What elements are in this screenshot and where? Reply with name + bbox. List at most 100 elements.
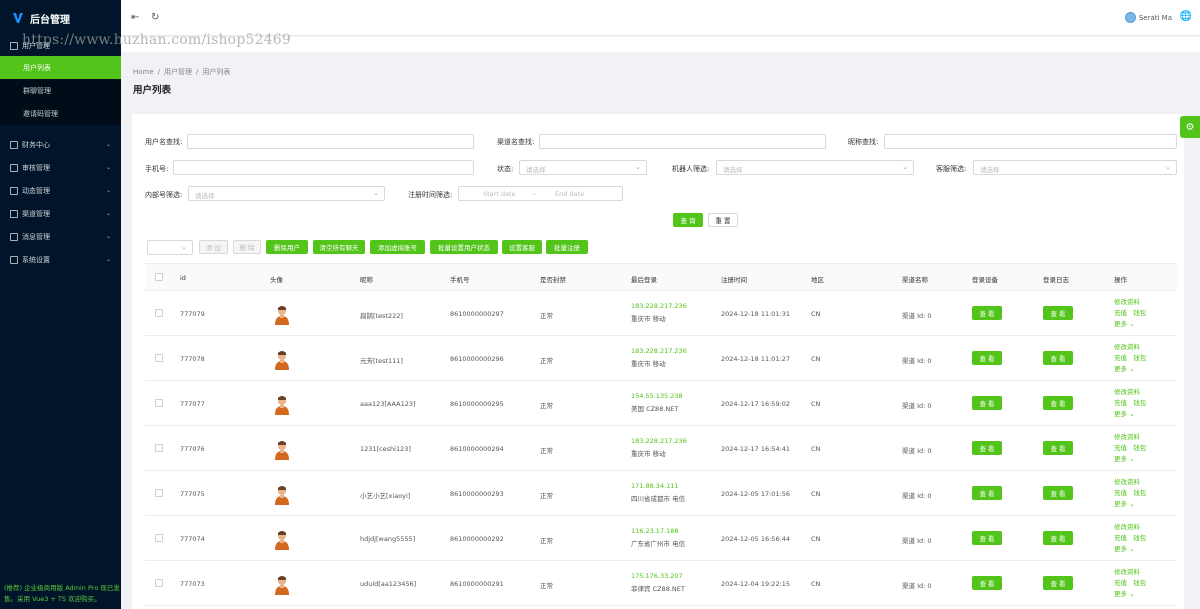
settings-gear-icon[interactable]: ⚙ bbox=[1180, 116, 1200, 138]
view-log-button[interactable]: 查 看 bbox=[1043, 306, 1073, 320]
view-log-button[interactable]: 查 看 bbox=[1043, 396, 1073, 410]
row-checkbox[interactable] bbox=[155, 399, 163, 407]
table-row[interactable]: 777077 aaa123[AAA123] 8610000000295 正常 154.5… bbox=[145, 381, 1177, 426]
logo[interactable]: 后台管理 bbox=[0, 0, 121, 36]
recharge-link[interactable]: 充值 bbox=[1114, 534, 1127, 542]
sidebar-menu[interactable]: 系统设置 ⌄ bbox=[0, 248, 121, 271]
view-log-button[interactable]: 查 看 bbox=[1043, 441, 1073, 455]
view-device-button[interactable]: 查 看 bbox=[972, 306, 1002, 320]
user-name[interactable]: Serati Ma bbox=[1139, 14, 1172, 22]
recharge-link[interactable]: 充值 bbox=[1114, 354, 1127, 362]
sidebar-menu[interactable]: 渠道管理 ⌄ bbox=[0, 202, 121, 225]
edit-profile-link[interactable]: 修改资料 bbox=[1114, 297, 1146, 308]
wallet-link[interactable]: 钱包 bbox=[1133, 534, 1146, 542]
view-device-button[interactable]: 查 看 bbox=[972, 531, 1002, 545]
wallet-link[interactable]: 钱包 bbox=[1133, 444, 1146, 452]
menu-fold-icon[interactable]: ⇤ bbox=[131, 12, 139, 23]
view-log-button[interactable]: 查 看 bbox=[1043, 351, 1073, 365]
row-checkbox[interactable] bbox=[155, 354, 163, 362]
more-dropdown[interactable]: 更多 ⌄ bbox=[1114, 454, 1146, 465]
robot-select[interactable]: 请选择 ⌄ bbox=[716, 160, 914, 175]
recharge-link[interactable]: 充值 bbox=[1114, 399, 1127, 407]
wallet-link[interactable]: 钱包 bbox=[1133, 489, 1146, 497]
reset-button[interactable]: 重 置 bbox=[708, 213, 738, 227]
view-device-button[interactable]: 查 看 bbox=[972, 441, 1002, 455]
set-service-button[interactable]: 设置客服 bbox=[502, 240, 542, 254]
sidebar-menu[interactable]: 财务中心 ⌄ bbox=[0, 133, 121, 156]
more-dropdown[interactable]: 更多 ⌄ bbox=[1114, 544, 1146, 555]
batch-register-button[interactable]: 批量注册 bbox=[546, 240, 588, 254]
service-select[interactable]: 请选择 ⌄ bbox=[973, 160, 1177, 175]
clear-chats-button[interactable]: 清空所有聊天 bbox=[313, 240, 365, 254]
internal-select[interactable]: 请选择 ⌄ bbox=[188, 186, 385, 201]
row-checkbox[interactable] bbox=[155, 579, 163, 587]
delete-user-button[interactable]: 删除用户 bbox=[266, 240, 308, 254]
edit-profile-link[interactable]: 修改资料 bbox=[1114, 477, 1146, 488]
reload-icon[interactable]: ↻ bbox=[151, 12, 159, 23]
wallet-link[interactable]: 钱包 bbox=[1133, 579, 1146, 587]
edit-profile-link[interactable]: 修改资料 bbox=[1114, 522, 1146, 533]
more-dropdown[interactable]: 更多 ⌄ bbox=[1114, 364, 1146, 375]
wallet-link[interactable]: 钱包 bbox=[1133, 354, 1146, 362]
table-row[interactable]: 777075 小艺小艺[xiaoyi] 8610000000293 正常 171.88.… bbox=[145, 471, 1177, 516]
recharge-link[interactable]: 充值 bbox=[1114, 309, 1127, 317]
avatar[interactable] bbox=[1125, 12, 1136, 23]
view-device-button[interactable]: 查 看 bbox=[972, 576, 1002, 590]
add-virtual-account-button[interactable]: 添加虚拟账号 bbox=[370, 240, 425, 254]
view-log-button[interactable]: 查 看 bbox=[1043, 576, 1073, 590]
batch-status-button[interactable]: 批量设置用户状态 bbox=[430, 240, 498, 254]
promo-footer[interactable]: (推荐) 企业级商用版 Admin Pro 现已发售。采用 Vue3 + TS … bbox=[4, 583, 120, 605]
table-row[interactable]: 777073 uduld[aa123456] 8610000000291 正常 175.… bbox=[145, 561, 1177, 606]
sidebar-item-group-chat[interactable]: 群聊管理 bbox=[0, 79, 121, 102]
view-device-button[interactable]: 查 看 bbox=[972, 396, 1002, 410]
end-date[interactable]: End date bbox=[555, 190, 584, 198]
row-checkbox[interactable] bbox=[155, 444, 163, 452]
table-row[interactable]: 777074 hdjdj[wang5555] 8610000000292 正常 116.… bbox=[145, 516, 1177, 561]
select-all-checkbox[interactable] bbox=[155, 273, 163, 281]
edit-profile-link[interactable]: 修改资料 bbox=[1114, 387, 1146, 398]
view-log-button[interactable]: 查 看 bbox=[1043, 486, 1073, 500]
table-row[interactable]: 777079 扁鹊[test222] 8610000000297 正常 183.228.… bbox=[145, 291, 1177, 336]
sidebar-item-user-list[interactable]: 用户列表 bbox=[0, 56, 121, 79]
delete-button[interactable]: 删 除 bbox=[233, 240, 261, 254]
nickname-label: 昵称查找: bbox=[848, 138, 879, 146]
username-input[interactable] bbox=[187, 134, 474, 149]
wallet-link[interactable]: 钱包 bbox=[1133, 399, 1146, 407]
edit-profile-link[interactable]: 修改资料 bbox=[1114, 342, 1146, 353]
recharge-link[interactable]: 充值 bbox=[1114, 444, 1127, 452]
view-device-button[interactable]: 查 看 bbox=[972, 486, 1002, 500]
sidebar-menu[interactable]: 审核管理 ⌄ bbox=[0, 156, 121, 179]
globe-icon[interactable]: 🌐 bbox=[1180, 11, 1192, 22]
sidebar-menu[interactable]: 消息管理 ⌄ bbox=[0, 225, 121, 248]
search-button[interactable]: 查 询 bbox=[673, 213, 703, 227]
sidebar-item-invite-code[interactable]: 邀请码管理 bbox=[0, 102, 121, 125]
more-dropdown[interactable]: 更多 ⌄ bbox=[1114, 409, 1146, 420]
row-checkbox[interactable] bbox=[155, 489, 163, 497]
more-dropdown[interactable]: 更多 ⌄ bbox=[1114, 319, 1146, 330]
add-button[interactable]: 添 加 bbox=[199, 240, 228, 254]
recharge-link[interactable]: 充值 bbox=[1114, 579, 1127, 587]
batch-select[interactable]: ⌄ bbox=[147, 240, 193, 255]
table-row[interactable]: 777078 元芳[test111] 8610000000296 正常 183.228.… bbox=[145, 336, 1177, 381]
wallet-link[interactable]: 钱包 bbox=[1133, 309, 1146, 317]
more-dropdown[interactable]: 更多 ⌄ bbox=[1114, 499, 1146, 510]
more-dropdown[interactable]: 更多 ⌄ bbox=[1114, 589, 1146, 600]
edit-profile-link[interactable]: 修改资料 bbox=[1114, 567, 1146, 578]
status-select[interactable]: 请选择 ⌄ bbox=[519, 160, 647, 175]
channel-input[interactable] bbox=[539, 134, 826, 149]
breadcrumb-user-management[interactable]: 用户管理 bbox=[164, 68, 192, 76]
breadcrumb-home[interactable]: Home bbox=[133, 68, 154, 76]
sidebar-menu[interactable]: 动态管理 ⌄ bbox=[0, 179, 121, 202]
col-id[interactable]: id bbox=[180, 274, 186, 282]
row-checkbox[interactable] bbox=[155, 534, 163, 542]
regtime-range[interactable]: Start date ~ End date bbox=[458, 186, 623, 201]
recharge-link[interactable]: 充值 bbox=[1114, 489, 1127, 497]
edit-profile-link[interactable]: 修改资料 bbox=[1114, 432, 1146, 443]
row-checkbox[interactable] bbox=[155, 309, 163, 317]
nickname-input[interactable] bbox=[884, 134, 1177, 149]
table-row[interactable]: 777076 1231[ceshi123] 8610000000294 正常 183.2… bbox=[145, 426, 1177, 471]
view-log-button[interactable]: 查 看 bbox=[1043, 531, 1073, 545]
view-device-button[interactable]: 查 看 bbox=[972, 351, 1002, 365]
phone-input[interactable] bbox=[173, 160, 474, 175]
start-date[interactable]: Start date bbox=[483, 190, 516, 198]
